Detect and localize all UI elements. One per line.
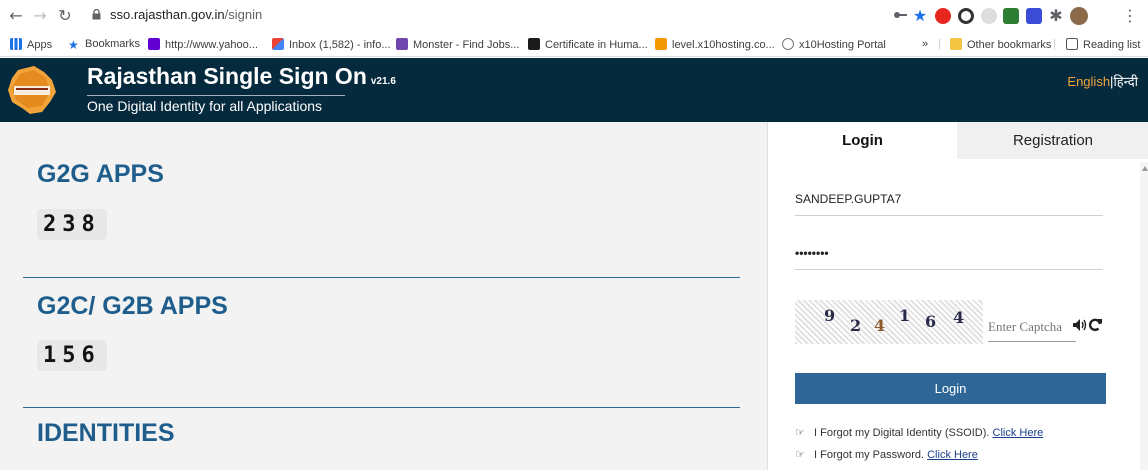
key-icon[interactable] <box>893 10 907 20</box>
lock-icon <box>92 9 101 20</box>
forgot-password-help: ☞ I Forgot my Password. Click Here <box>795 448 978 461</box>
monster-icon <box>396 38 408 50</box>
scrollbar[interactable] <box>1140 162 1148 470</box>
puzzle-icon[interactable]: ✱ <box>1046 6 1066 26</box>
version-label: v21.6 <box>370 76 396 87</box>
reading-list-icon <box>1066 38 1078 50</box>
captcha-digit: 4 <box>874 316 886 335</box>
bookmark-label: level.x10hosting.co... <box>672 39 775 51</box>
gmail-icon <box>272 38 284 50</box>
bookmark-label: Other bookmarks <box>967 39 1052 51</box>
help-text: I Forgot my Digital Identity (SSOID). <box>814 427 990 439</box>
bookmarks-bar: Apps ★ Bookmarks http://www.yahoo... Inbo… <box>0 33 1148 57</box>
language-switcher: English|हिन्दी <box>1067 72 1138 90</box>
captcha-image: 9 2 4 1 6 4 <box>795 300 983 344</box>
eb-icon <box>528 38 540 50</box>
separator: | <box>1053 38 1056 50</box>
url-text: sso.rajasthan.gov.in/signin <box>110 7 263 22</box>
title-divider <box>87 95 345 96</box>
g2c-g2b-apps-title: G2C/ G2B APPS <box>37 292 228 320</box>
bookmark-yahoo[interactable]: http://www.yahoo... <box>148 38 258 51</box>
hosting-icon <box>655 38 667 50</box>
tab-login[interactable]: Login <box>768 122 957 159</box>
reading-list[interactable]: Reading list <box>1066 38 1140 51</box>
bookmark-label: x10Hosting Portal <box>799 39 886 51</box>
other-bookmarks[interactable]: Other bookmarks <box>950 38 1051 51</box>
browser-toolbar: ← → ↻ sso.rajasthan.gov.in/signin ★ ✱ ⋮ <box>0 0 1148 33</box>
bookmark-label: http://www.yahoo... <box>165 39 258 51</box>
refresh-icon[interactable] <box>1087 317 1103 333</box>
extension-icon[interactable] <box>958 8 974 24</box>
yahoo-icon <box>148 38 160 50</box>
bookmarks-overflow[interactable]: » <box>922 38 928 50</box>
pointing-hand-icon: ☞ <box>795 426 805 439</box>
bookmark-label: Bookmarks <box>85 38 141 50</box>
pointing-hand-icon: ☞ <box>795 448 805 461</box>
g2g-apps-title: G2G APPS <box>37 160 164 188</box>
back-arrow-icon[interactable]: ← <box>6 6 26 26</box>
star-icon: ★ <box>68 38 79 52</box>
section-divider <box>23 407 740 408</box>
bookmark-certificate[interactable]: Certificate in Huma... <box>528 38 648 51</box>
rajasthan-map-logo[interactable] <box>4 62 60 118</box>
login-panel: Login Registration SANDEEP.GUPTA7 ••••••… <box>767 122 1148 470</box>
star-icon[interactable]: ★ <box>910 6 930 26</box>
address-bar[interactable]: sso.rajasthan.gov.in/signin <box>92 4 972 28</box>
extension-icon[interactable] <box>981 8 997 24</box>
login-button[interactable]: Login <box>795 373 1106 404</box>
bookmark-label: Inbox (1,582) - info... <box>289 39 391 51</box>
captcha-digit: 2 <box>850 316 862 335</box>
bookmark-apps[interactable]: Apps <box>10 38 52 51</box>
password-field[interactable]: •••••••• <box>795 238 1103 270</box>
extension-icon[interactable] <box>1026 8 1042 24</box>
site-subtitle: One Digital Identity for all Application… <box>87 98 323 114</box>
bookmark-label: Monster - Find Jobs... <box>413 39 520 51</box>
forgot-ssoid-help: ☞ I Forgot my Digital Identity (SSOID). C… <box>795 426 1043 439</box>
bookmark-monster[interactable]: Monster - Find Jobs... <box>396 38 519 51</box>
captcha-digit: 6 <box>925 312 937 331</box>
lang-english-link[interactable]: English <box>1067 74 1110 89</box>
bookmark-x10-level[interactable]: level.x10hosting.co... <box>655 38 775 51</box>
bookmark-gmail[interactable]: Inbox (1,582) - info... <box>272 38 391 51</box>
reload-icon[interactable]: ↻ <box>55 6 75 26</box>
menu-icon[interactable]: ⋮ <box>1120 6 1140 26</box>
speaker-icon[interactable] <box>1072 318 1088 332</box>
bookmark-bookmarks[interactable]: ★ Bookmarks <box>68 38 140 51</box>
folder-icon <box>950 38 962 50</box>
captcha-digit: 1 <box>899 306 911 325</box>
identities-title: IDENTITIES <box>37 419 175 447</box>
avatar[interactable] <box>1070 7 1088 25</box>
forgot-ssoid-link[interactable]: Click Here <box>993 427 1044 439</box>
forgot-password-link[interactable]: Click Here <box>927 449 978 461</box>
opera-icon[interactable] <box>935 8 951 24</box>
bookmark-label: Certificate in Huma... <box>545 39 648 51</box>
tab-registration[interactable]: Registration <box>957 122 1148 159</box>
captcha-digit: 9 <box>824 306 836 325</box>
g2c-g2b-apps-counter: 156 <box>37 340 107 371</box>
apps-grid-icon <box>10 38 22 50</box>
separator: | <box>938 38 941 50</box>
g2g-apps-counter: 238 <box>37 209 107 240</box>
bookmark-x10-portal[interactable]: x10Hosting Portal <box>782 38 886 51</box>
extension-icon[interactable] <box>1003 8 1019 24</box>
scroll-up-arrow-icon[interactable] <box>1142 166 1148 171</box>
forward-arrow-icon[interactable]: → <box>30 6 50 26</box>
bookmark-label: Reading list <box>1083 39 1141 51</box>
site-header: Rajasthan Single Sign On v21.6 One Digita… <box>0 58 1148 122</box>
username-field[interactable]: SANDEEP.GUPTA7 <box>795 184 1103 216</box>
section-divider <box>23 277 740 278</box>
captcha-digit: 4 <box>953 308 965 327</box>
captcha-input[interactable] <box>988 312 1076 342</box>
help-text: I Forgot my Password. <box>814 449 925 461</box>
site-title: Rajasthan Single Sign On v21.6 <box>87 63 396 89</box>
x10-icon <box>782 38 794 50</box>
stats-panel: G2G APPS 238 G2C/ G2B APPS 156 IDENTITIE… <box>0 122 767 470</box>
lang-hindi-link[interactable]: हिन्दी <box>1113 74 1138 89</box>
bookmark-label: Apps <box>27 39 53 51</box>
